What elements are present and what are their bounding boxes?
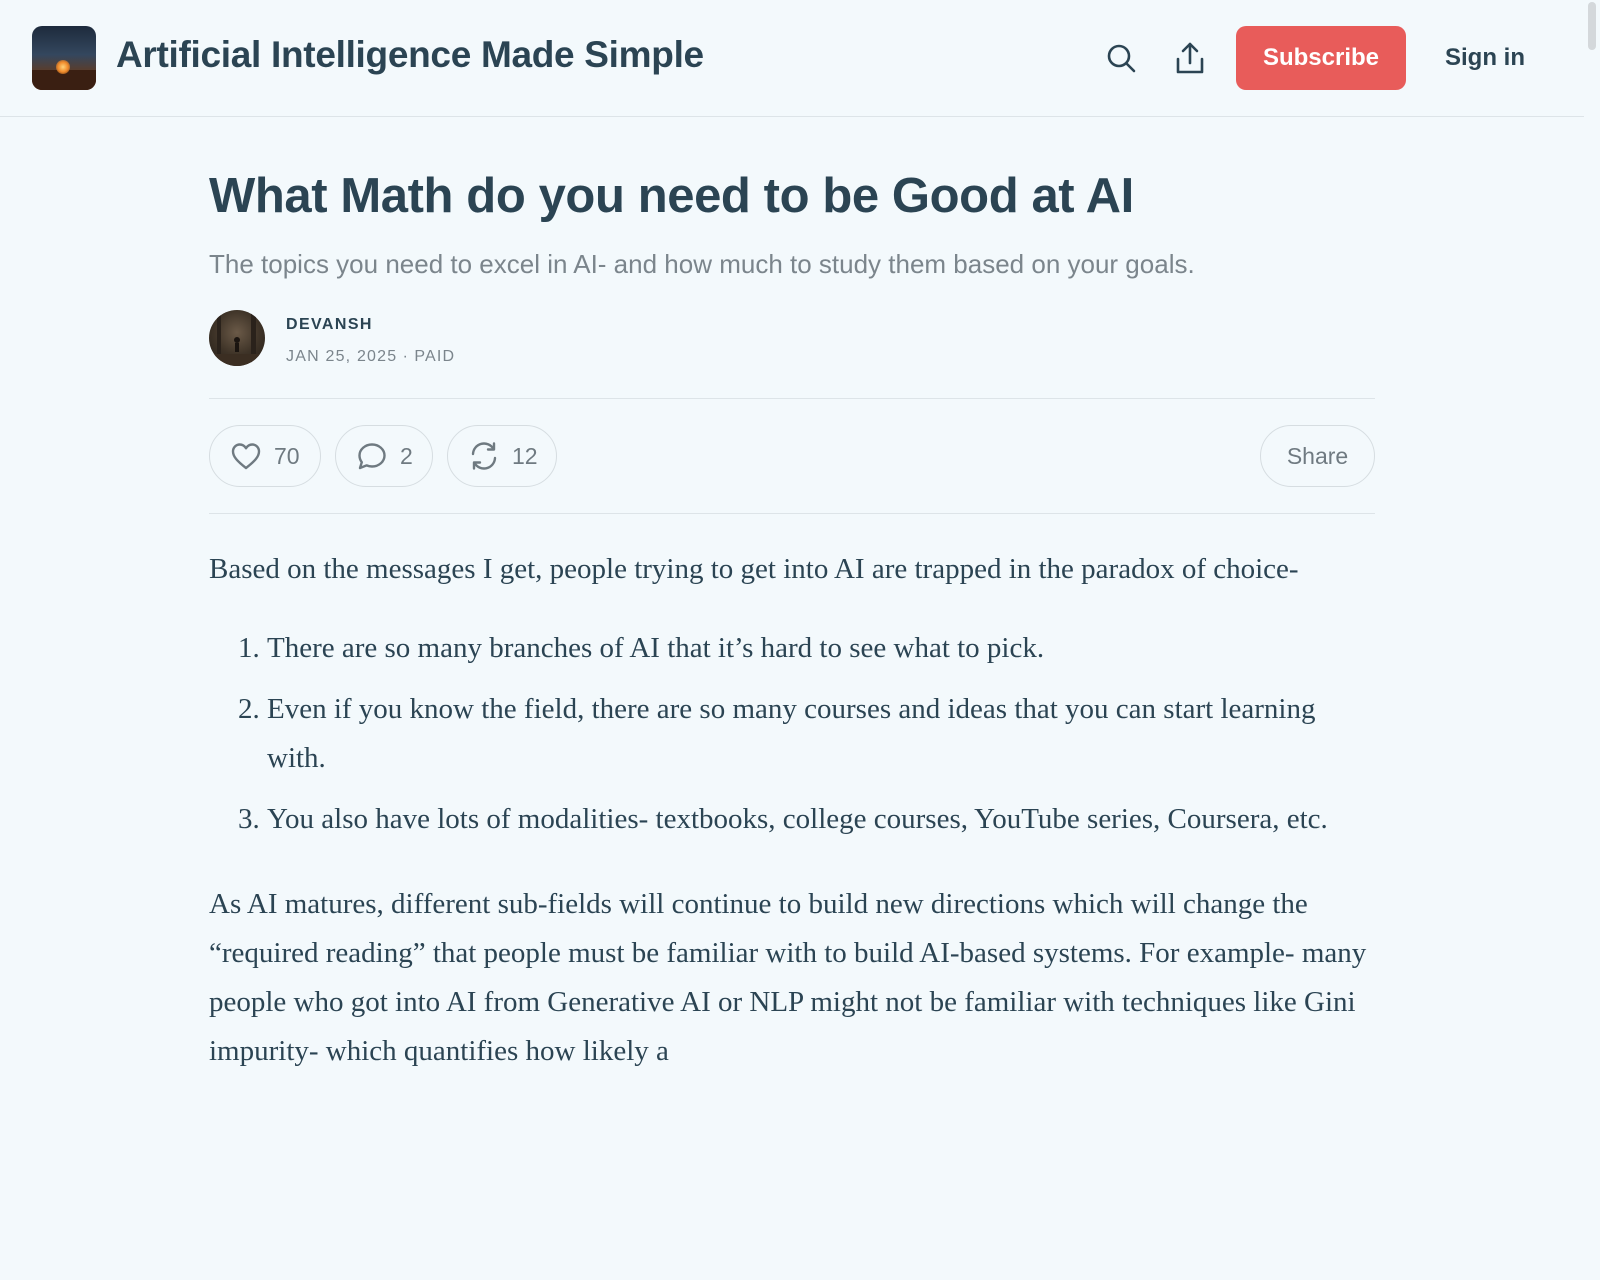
author-avatar[interactable] [209, 310, 265, 366]
restack-icon [468, 441, 500, 471]
like-button[interactable]: 70 [209, 425, 321, 487]
share-button[interactable]: Share [1260, 425, 1375, 487]
author-name[interactable]: DEVANSH [286, 316, 373, 334]
comment-count: 2 [400, 442, 413, 469]
post-body: Based on the messages I get, people tryi… [209, 514, 1375, 1124]
post-date: JAN 25, 2025 [286, 348, 398, 365]
restack-button[interactable]: 12 [447, 425, 557, 487]
comment-bubble-icon [356, 441, 388, 471]
list-item: There are so many branches of AI that it… [267, 624, 1375, 673]
publication-title[interactable]: Artificial Intelligence Made Simple [116, 34, 704, 76]
list-item: Even if you know the field, there are so… [267, 685, 1375, 783]
post-actions: 70 2 12 Share [209, 399, 1375, 513]
post-meta: JAN 25, 2025 ∙ PAID [286, 348, 455, 366]
meta-separator: ∙ [403, 348, 409, 365]
upload-share-icon [1176, 42, 1204, 74]
avatar-figure [209, 310, 265, 366]
post-byline: DEVANSH JAN 25, 2025 ∙ PAID [209, 310, 1375, 368]
scrollbar-thumb[interactable] [1588, 2, 1596, 50]
top-navigation-bar: Artificial Intelligence Made Simple Subs… [0, 0, 1584, 117]
post-container: What Math do you need to be Good at AI T… [209, 160, 1375, 1124]
subscribe-button[interactable]: Subscribe [1236, 26, 1406, 90]
comment-button[interactable]: 2 [335, 425, 433, 487]
like-count: 70 [274, 442, 300, 469]
search-button[interactable] [1101, 38, 1141, 78]
list-item: You also have lots of modalities- textbo… [267, 795, 1375, 844]
post-title: What Math do you need to be Good at AI [209, 169, 1134, 223]
post-access: PAID [414, 348, 456, 365]
body-paragraph-intro: Based on the messages I get, people tryi… [209, 553, 1299, 585]
logo-campfire [56, 60, 70, 74]
post-subtitle: The topics you need to excel in AI- and … [209, 249, 1195, 279]
page-scrollbar[interactable] [1584, 0, 1600, 1280]
body-paragraph-2: As AI matures, different sub-fields will… [209, 888, 1367, 1067]
search-icon [1107, 44, 1136, 73]
restack-count: 12 [512, 442, 538, 469]
share-label: Share [1286, 442, 1349, 469]
heart-icon [230, 441, 262, 471]
share-publication-button[interactable] [1170, 38, 1210, 78]
publication-logo[interactable] [32, 26, 96, 90]
body-numbered-list: There are so many branches of AI that it… [209, 624, 1375, 844]
sign-in-button[interactable]: Sign in [1430, 26, 1540, 90]
